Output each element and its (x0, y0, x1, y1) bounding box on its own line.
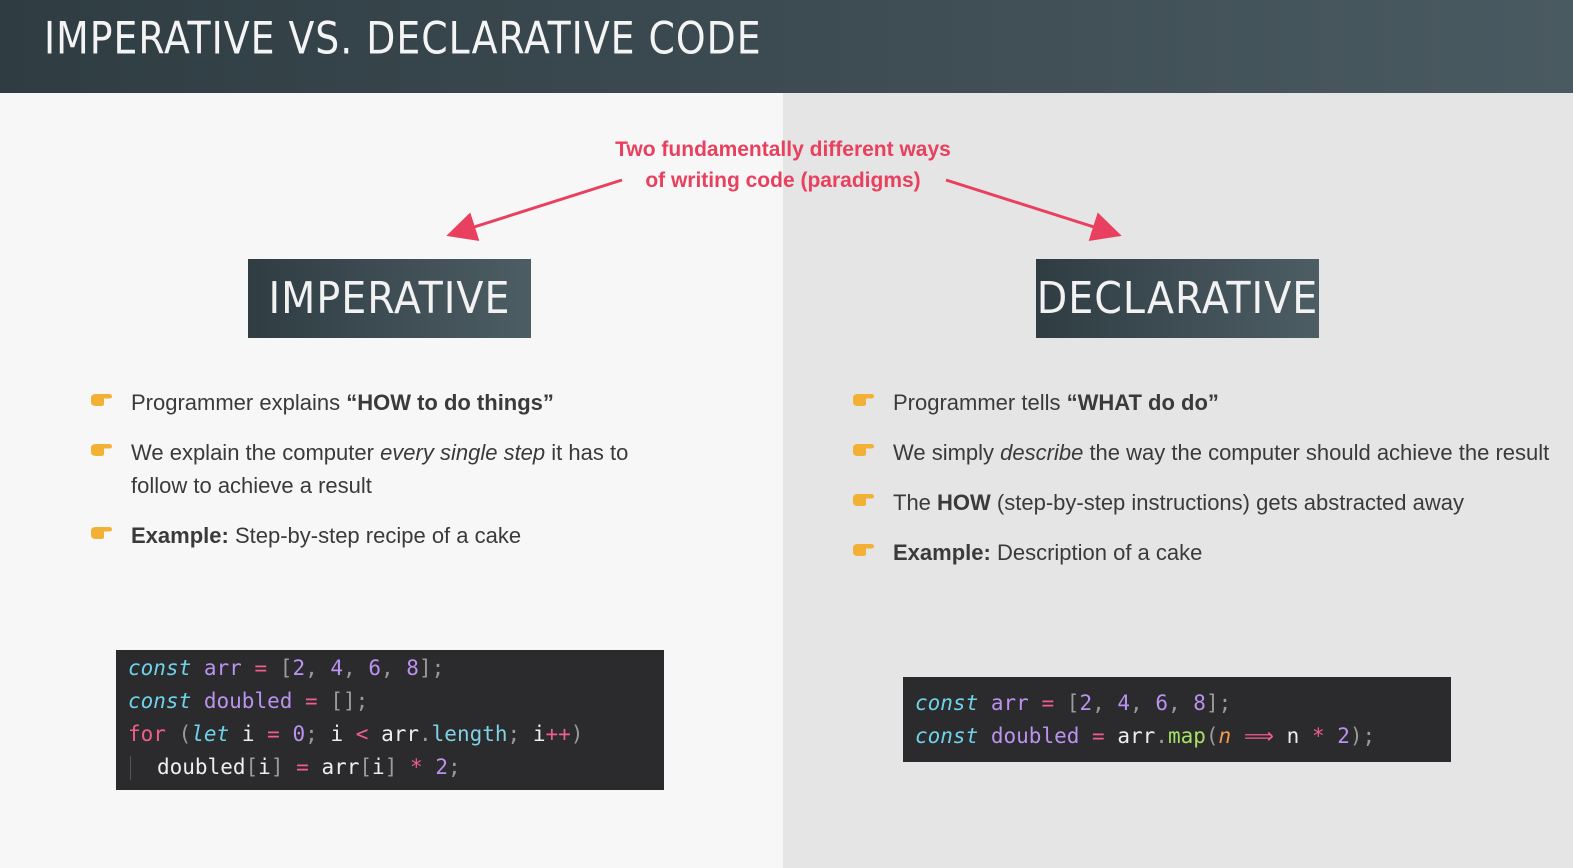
list-item: Example: Description of a cake (851, 536, 1551, 569)
paradigms-callout: Two fundamentally different ways of writ… (583, 134, 983, 196)
bullet-text: Programmer tells (893, 390, 1067, 415)
callout-line-1: Two fundamentally different ways (615, 138, 951, 161)
declarative-heading: DECLARATIVE (1036, 259, 1319, 338)
page-title: IMPERATIVE VS. DECLARATIVE CODE (44, 12, 762, 65)
bullet-text: The (893, 490, 938, 515)
list-item: The HOW (step-by-step instructions) gets… (851, 486, 1551, 519)
imperative-code-block: const arr = [2, 4, 6, 8]; const doubled =… (116, 650, 664, 790)
list-item: We explain the computer every single ste… (89, 436, 689, 502)
pointing-hand-icon (853, 494, 874, 506)
list-item: Example: Step-by-step recipe of a cake (89, 519, 689, 552)
pointing-hand-icon (853, 544, 874, 556)
bullet-text: Step-by-step recipe of a cake (228, 523, 522, 548)
pointing-hand-icon (91, 394, 112, 406)
pointing-hand-icon (91, 444, 112, 456)
pointing-hand-icon (853, 444, 874, 456)
bullet-bold: Example: (893, 540, 991, 565)
code-line: const doubled = []; (128, 689, 369, 713)
bullet-bold: “WHAT do do” (1066, 390, 1219, 415)
header-bar: IMPERATIVE VS. DECLARATIVE CODE (0, 0, 1573, 93)
bullet-text: We simply (893, 440, 1001, 465)
bullet-text: (step-by-step instructions) gets abstrac… (990, 490, 1465, 515)
list-item: We simply describe the way the computer … (851, 436, 1551, 469)
imperative-heading: IMPERATIVE (248, 259, 531, 338)
list-item: Programmer tells “WHAT do do” (851, 386, 1551, 419)
pointing-hand-icon (91, 527, 112, 539)
callout-line-2: of writing code (paradigms) (645, 169, 921, 192)
declarative-heading-label: DECLARATIVE (1036, 273, 1319, 324)
bullet-bold: “HOW to do things” (346, 390, 554, 415)
code-line: const arr = [2, 4, 6, 8]; (915, 691, 1232, 715)
imperative-heading-label: IMPERATIVE (268, 273, 511, 324)
bullet-text: the way the computer should achieve the … (1083, 440, 1550, 465)
list-item: Programmer explains “HOW to do things” (89, 386, 689, 419)
code-line: const arr = [2, 4, 6, 8]; (128, 656, 445, 680)
code-line: doubled[i] = arr[i] * 2; (128, 751, 664, 784)
imperative-bullet-list: Programmer explains “HOW to do things” W… (89, 386, 689, 569)
code-line: for (let i = 0; i < arr.length; i++) (128, 722, 584, 746)
bullet-text: Programmer explains (131, 390, 347, 415)
bullet-bold: Example: (131, 523, 229, 548)
bullet-italic: every single step (380, 440, 546, 465)
pointing-hand-icon (853, 394, 874, 406)
bullet-text: We explain the computer (131, 440, 381, 465)
code-line: const doubled = arr.map(n ⟹ n * 2); (915, 724, 1376, 748)
declarative-bullet-list: Programmer tells “WHAT do do” We simply … (851, 386, 1551, 586)
bullet-bold: HOW (937, 490, 991, 515)
declarative-code-block: const arr = [2, 4, 6, 8]; const doubled =… (903, 677, 1451, 762)
bullet-italic: describe (1000, 440, 1084, 465)
bullet-text: Description of a cake (990, 540, 1203, 565)
